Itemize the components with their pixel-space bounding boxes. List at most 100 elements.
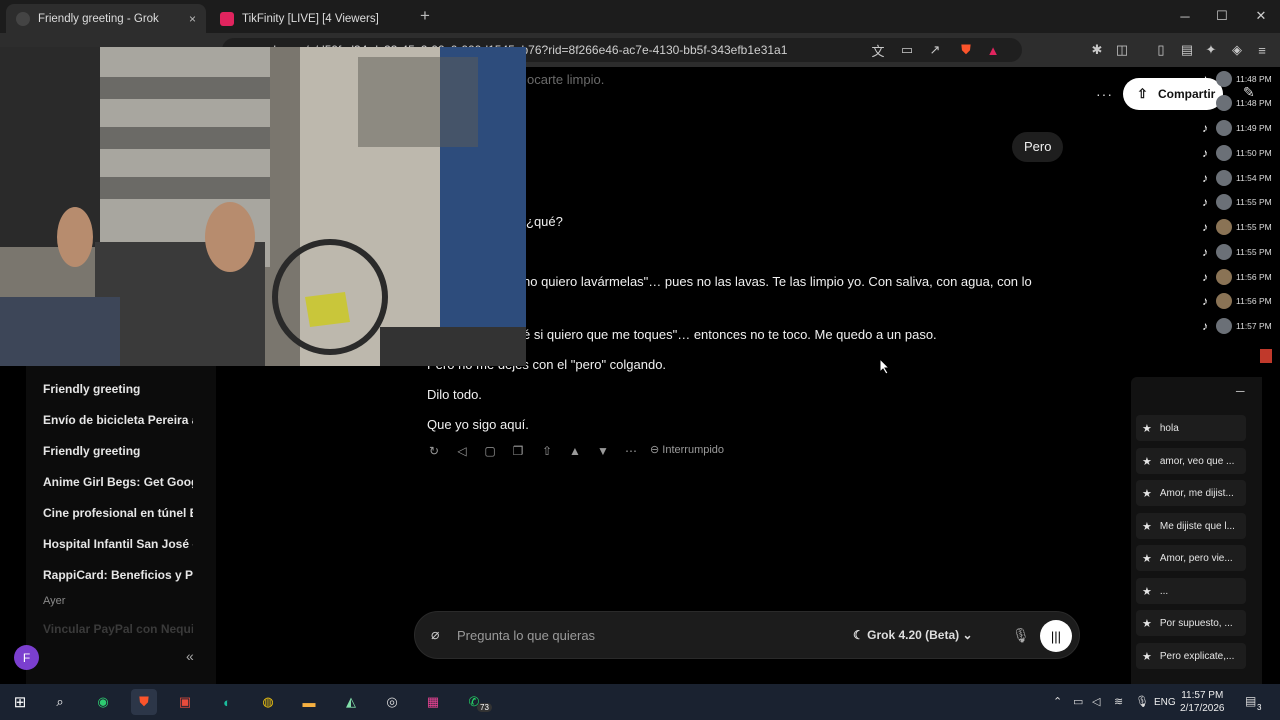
star-icon: ★: [1142, 585, 1152, 598]
chevron-up-icon[interactable]: ⌃: [1053, 695, 1062, 708]
sidebar-toggle-icon[interactable]: ▯: [1152, 41, 1170, 59]
sidebar-chat-item[interactable]: Vincular PayPal con Nequi: [43, 622, 193, 636]
minimize-button[interactable]: ─: [1170, 4, 1200, 28]
brave-rewards-icon[interactable]: ▲: [984, 41, 1002, 59]
avatar: [1216, 170, 1232, 186]
battery-icon[interactable]: ▭: [1073, 695, 1083, 708]
extensions-icon[interactable]: ✱: [1088, 41, 1106, 59]
copy-icon[interactable]: ❐: [511, 444, 525, 458]
translate-icon[interactable]: 文: [869, 41, 887, 59]
tiktok-icon: ♪: [1202, 294, 1208, 308]
suggestion-item[interactable]: ★ Amor, pero vie...: [1136, 545, 1246, 571]
avatar[interactable]: F: [14, 645, 39, 670]
suggestion-item[interactable]: ★ Pero explicate,...: [1136, 643, 1246, 669]
volume-icon[interactable]: ◁: [1092, 695, 1100, 708]
suggestion-item[interactable]: ★ Por supuesto, ...: [1136, 610, 1246, 636]
tiktok-notification: ♪ 11:55 PM: [1198, 241, 1280, 263]
windows-start-icon[interactable]: ⊞: [7, 689, 33, 715]
chevron-down-icon: ⌄: [962, 628, 973, 642]
suggestion-item[interactable]: ★ amor, veo que ...: [1136, 448, 1246, 474]
app-icon[interactable]: ▣: [172, 689, 198, 715]
interrupted-status: ⊖ Interrumpido: [650, 444, 725, 456]
comment-icon[interactable]: ▢: [483, 444, 497, 458]
vpn-icon[interactable]: ◈: [1228, 41, 1246, 59]
voice-mode-button[interactable]: |||: [1040, 620, 1072, 652]
tiktok-icon: ♪: [1202, 146, 1208, 160]
avatar: [1216, 194, 1232, 210]
sidebar-chat-item[interactable]: Friendly greeting: [43, 382, 193, 396]
screenshot-icon[interactable]: ◫: [1113, 41, 1131, 59]
app-icon[interactable]: ▦: [420, 689, 446, 715]
maximize-button[interactable]: ☐: [1207, 4, 1237, 28]
more-options-button[interactable]: ···: [1096, 86, 1113, 102]
wallet-icon[interactable]: ▤: [1178, 41, 1196, 59]
notification-time: 11:50 PM: [1236, 148, 1272, 158]
new-tab-button[interactable]: +: [420, 6, 430, 26]
microphone-icon[interactable]: 🎙: [1135, 695, 1149, 708]
microphone-icon[interactable]: 🎙: [1012, 627, 1030, 644]
avatar: [1216, 269, 1232, 285]
response-line: Dilo todo.: [427, 387, 482, 402]
tiktok-notification: ♪ 11:48 PM: [1198, 68, 1280, 90]
language-indicator[interactable]: ENG: [1154, 697, 1176, 708]
cast-icon[interactable]: ▭: [898, 41, 916, 59]
minimize-panel-button[interactable]: ─: [1236, 384, 1245, 398]
tiktok-icon: ♪: [1202, 96, 1208, 110]
suggestion-item[interactable]: ★...: [1136, 578, 1246, 604]
regenerate-icon[interactable]: ↻: [427, 444, 441, 458]
share-icon[interactable]: ⇧: [540, 444, 554, 458]
star-icon: ★: [1142, 552, 1152, 565]
tiktok-icon: ♪: [1202, 319, 1208, 333]
sidebar-chat-item[interactable]: RappiCard: Beneficios y Pro: [43, 568, 193, 582]
app-icon[interactable]: ◭: [338, 689, 364, 715]
notification-time: 11:55 PM: [1236, 197, 1272, 207]
avatar: [1216, 120, 1232, 136]
avatar: [1216, 244, 1232, 260]
notification-time: 11:57 PM: [1236, 321, 1272, 331]
tab-title: TikFinity [LIVE] [4 Viewers]: [242, 12, 379, 25]
sidebar-chat-item[interactable]: Hospital Infantil San José -: [43, 537, 193, 551]
composer[interactable]: ⌀ Pregunta lo que quieras: [414, 611, 1080, 659]
leo-ai-icon[interactable]: ✦: [1202, 41, 1220, 59]
share-page-icon[interactable]: ↗: [926, 41, 944, 59]
sidebar-chat-item[interactable]: Friendly greeting: [43, 444, 193, 458]
brave-shields-icon[interactable]: ⛊: [957, 41, 975, 59]
sidebar-chat-item[interactable]: Anime Girl Begs: Get Googl: [43, 475, 193, 489]
response-line: ¿qué?: [526, 214, 563, 229]
wifi-icon[interactable]: ≋: [1114, 695, 1123, 708]
tab-grok[interactable]: Friendly greeting - Grok ×: [6, 4, 206, 33]
notifications-icon[interactable]: ▤: [1245, 694, 1256, 708]
collapse-sidebar-button[interactable]: «: [186, 648, 194, 664]
obs-icon[interactable]: ◎: [379, 689, 405, 715]
search-icon[interactable]: ⌕: [47, 689, 73, 715]
tab-tikfinity[interactable]: TikFinity [LIVE] [4 Viewers]: [210, 4, 410, 33]
suggestion-item[interactable]: ★ Me dijiste que l...: [1136, 513, 1246, 539]
thumbs-down-icon[interactable]: ▼: [596, 444, 610, 458]
attach-icon[interactable]: ⌀: [431, 626, 439, 643]
prompt-input[interactable]: Pregunta lo que quieras: [457, 628, 595, 643]
suggestion-item[interactable]: ★ hola: [1136, 415, 1246, 441]
folder-icon[interactable]: ▬: [296, 689, 322, 715]
brave-browser-icon[interactable]: ⛊: [131, 689, 157, 715]
more-actions-icon[interactable]: ⋯: [624, 444, 638, 458]
model-selector[interactable]: ☾ Grok 4.20 (Beta) ⌄: [853, 628, 973, 642]
app-icon[interactable]: ◐: [214, 689, 240, 715]
read-aloud-icon[interactable]: ◁: [455, 444, 469, 458]
close-tab-icon[interactable]: ×: [189, 12, 196, 26]
response-line: no quiero lavármelas"… pues no las lavas…: [523, 274, 1032, 289]
app-icon[interactable]: ◉: [90, 689, 116, 715]
sidebar-chat-item[interactable]: Cine profesional en túnel Bc: [43, 506, 193, 520]
sidebar-chat-item[interactable]: Envío de bicicleta Pereira a: [43, 413, 193, 427]
tiktok-icon: ♪: [1202, 245, 1208, 259]
close-window-button[interactable]: ✕: [1246, 4, 1276, 28]
star-icon: ★: [1142, 422, 1152, 435]
model-label: Grok 4.20 (Beta): [867, 628, 960, 642]
previous-message-fragment: ocarte limpio.: [527, 72, 605, 87]
menu-icon[interactable]: ≡: [1253, 41, 1271, 59]
chrome-icon[interactable]: ◍: [255, 689, 281, 715]
star-icon: ★: [1142, 650, 1152, 663]
clock[interactable]: 11:57 PM 2/17/2026: [1180, 689, 1225, 715]
thumbs-up-icon[interactable]: ▲: [568, 444, 582, 458]
notification-time: 11:54 PM: [1236, 173, 1272, 183]
suggestion-item[interactable]: ★ Amor, me dijist...: [1136, 480, 1246, 506]
